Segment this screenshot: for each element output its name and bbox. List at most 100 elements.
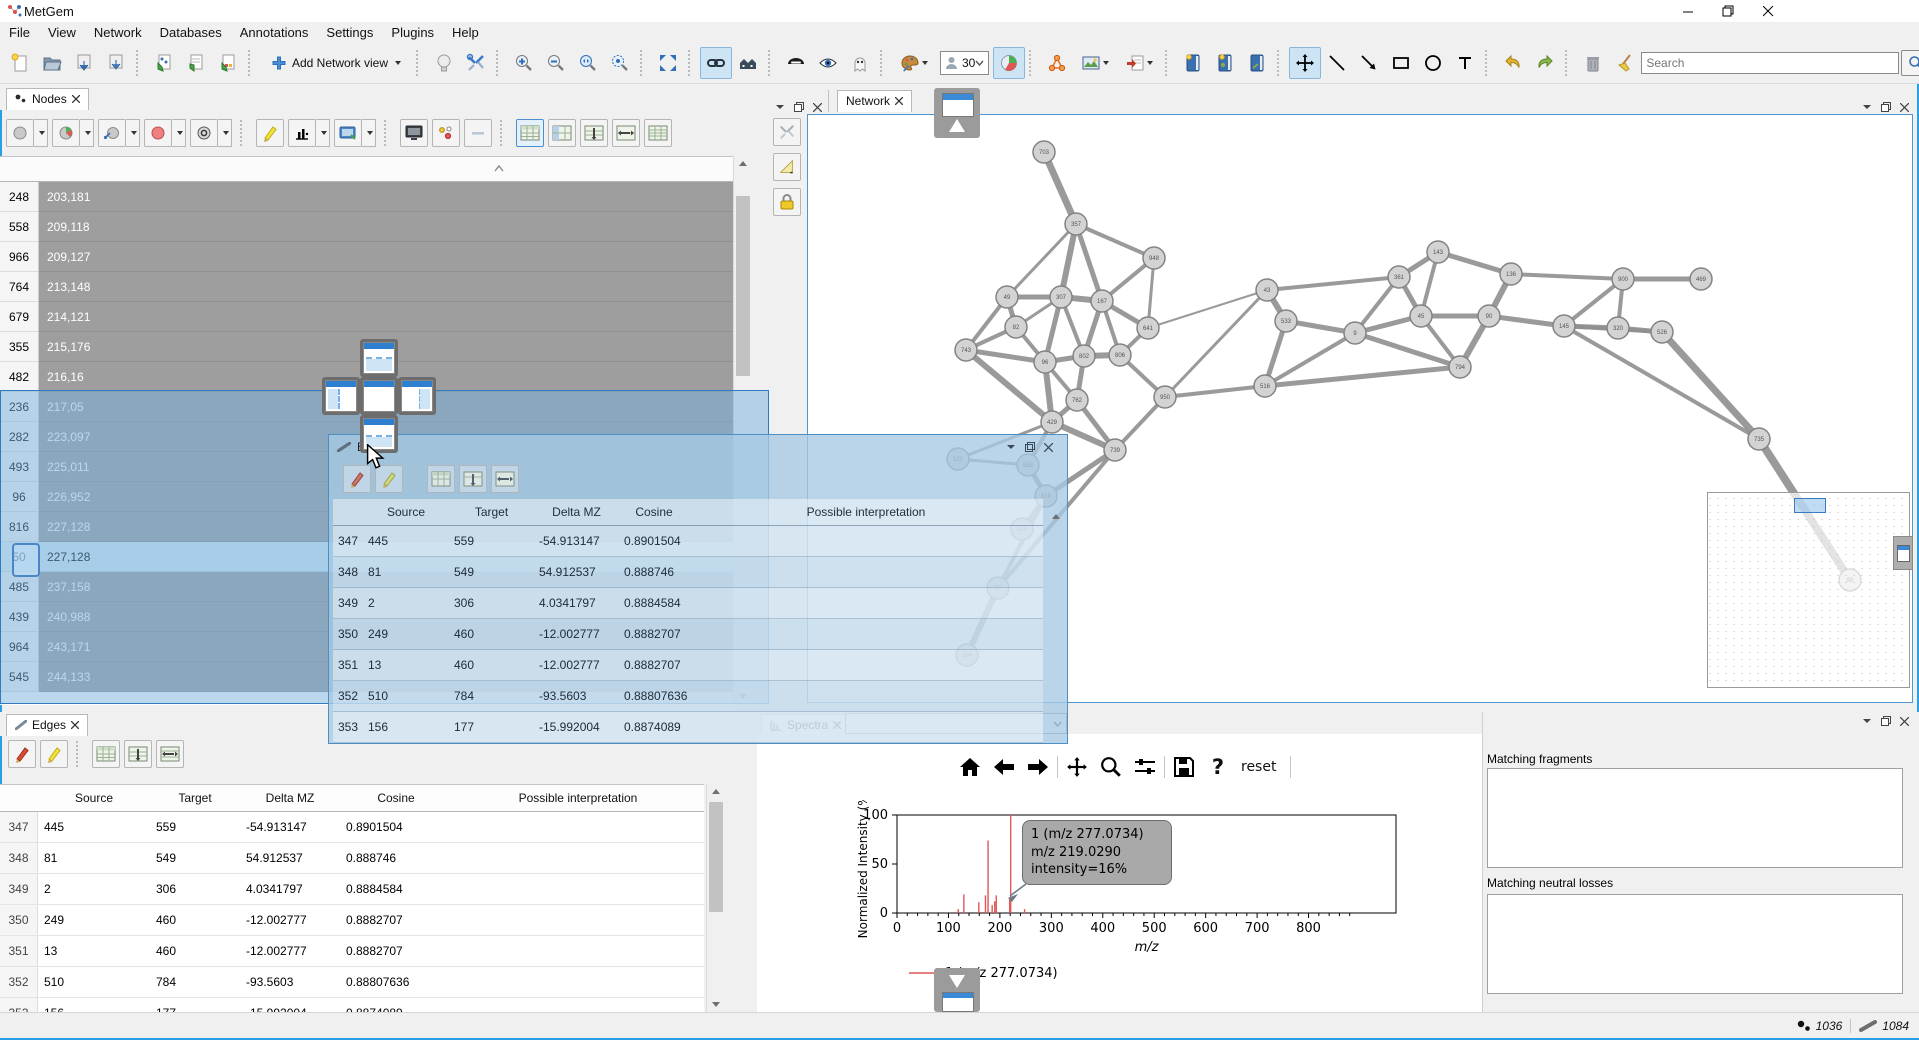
table-fit-rows-button[interactable]	[459, 465, 487, 493]
clear-annotations-button[interactable]	[1609, 47, 1641, 79]
network-options-button[interactable]	[773, 118, 801, 146]
minimap[interactable]	[1707, 492, 1910, 688]
matching-neutral-losses-box[interactable]	[1487, 894, 1903, 994]
table-fit-columns-button[interactable]	[156, 740, 184, 768]
highlight-edges-red-button[interactable]	[8, 740, 36, 768]
close-icon[interactable]	[72, 95, 80, 103]
menu-settings[interactable]: Settings	[317, 23, 382, 42]
query-databases-button[interactable]	[1241, 47, 1273, 79]
hide-items-button[interactable]	[780, 47, 812, 79]
menu-view[interactable]: View	[39, 23, 85, 42]
table-fit-rows-button[interactable]	[580, 119, 608, 147]
table-row[interactable]: 35113460-12.0027770.8882707	[0, 936, 704, 967]
import-data-button[interactable]	[148, 47, 180, 79]
ghost-mode-button[interactable]	[844, 47, 876, 79]
view-databases-button[interactable]	[1177, 47, 1209, 79]
plot-pan-button[interactable]	[1062, 752, 1092, 782]
search-button[interactable]	[1901, 50, 1919, 76]
floating-edges-window[interactable]: Edges Source Target Delta MZ Cosine Poss…	[328, 434, 1068, 744]
plot-home-button[interactable]	[955, 752, 985, 782]
col-source[interactable]: Source	[363, 505, 449, 519]
table-compact-button[interactable]	[644, 119, 672, 147]
node-ring-button[interactable]	[190, 119, 232, 147]
tab-nodes[interactable]: Nodes	[6, 88, 89, 110]
annotate-move-button[interactable]	[1289, 47, 1321, 79]
float-window-icon[interactable]	[1881, 102, 1891, 112]
table-fit-columns-button[interactable]	[491, 465, 519, 493]
color-nodes-button[interactable]	[892, 47, 936, 79]
col-interpretation[interactable]: Possible interpretation	[689, 505, 1043, 519]
col-delta-mz[interactable]: Delta MZ	[240, 791, 340, 805]
table-row[interactable]: 34923064.03417970.8884584	[0, 874, 704, 905]
node-chart-button[interactable]	[288, 119, 330, 147]
menu-plugins[interactable]: Plugins	[382, 23, 443, 42]
export-as-cytoscape-button[interactable]	[1041, 47, 1073, 79]
plot-help-button[interactable]: ?	[1203, 752, 1233, 782]
table-row[interactable]: 35113460-12.0027770.8882707	[333, 650, 1043, 681]
highlight-nodes-button[interactable]	[256, 119, 284, 147]
node-highlight-color-button[interactable]	[144, 119, 186, 147]
annotate-text-button[interactable]	[1449, 47, 1481, 79]
col-source[interactable]: Source	[38, 791, 150, 805]
show-items-button[interactable]	[812, 47, 844, 79]
dock-menu-icon[interactable]	[1862, 104, 1872, 110]
dock-target-top[interactable]	[360, 339, 398, 377]
collapsed-panel-handle[interactable]	[1893, 536, 1913, 570]
plot-subplots-button[interactable]	[1130, 752, 1160, 782]
plot-forward-button[interactable]	[1023, 752, 1053, 782]
restore-button[interactable]	[1708, 0, 1748, 22]
edges-table-scrollbar[interactable]	[706, 784, 725, 1012]
floating-edges-header[interactable]: Source Target Delta MZ Cosine Possible i…	[333, 499, 1043, 526]
table-row[interactable]: 248203,181	[0, 182, 733, 212]
open-project-button[interactable]	[36, 47, 68, 79]
table-freeze-columns-button[interactable]	[548, 119, 576, 147]
table-row[interactable]: 764213,148	[0, 272, 733, 302]
tab-edges[interactable]: Edges	[6, 714, 88, 736]
edges-table-header[interactable]: Source Target Delta MZ Cosine Possible i…	[0, 785, 704, 812]
annotate-arrow-button[interactable]	[1353, 47, 1385, 79]
table-row[interactable]: 353156177-15.9920040.8874089	[0, 998, 704, 1013]
table-view-button[interactable]	[92, 740, 120, 768]
table-row[interactable]: 352510784-93.56030.88807636	[333, 681, 1043, 712]
menu-databases[interactable]: Databases	[151, 23, 231, 42]
save-project-button[interactable]	[68, 47, 100, 79]
table-row[interactable]: 352510784-93.56030.88807636	[0, 967, 704, 998]
undo-button[interactable]	[1497, 47, 1529, 79]
redo-button[interactable]	[1529, 47, 1561, 79]
float-window-icon[interactable]	[1025, 442, 1035, 452]
zoom-in-button[interactable]	[508, 47, 540, 79]
zoom-selection-button[interactable]	[604, 47, 636, 79]
new-project-button[interactable]	[4, 47, 36, 79]
download-databases-button[interactable]	[1209, 47, 1241, 79]
search-input[interactable]	[1641, 52, 1899, 74]
delete-annotations-button[interactable]	[1577, 47, 1609, 79]
close-icon[interactable]	[71, 721, 79, 729]
annotate-ellipse-button[interactable]	[1417, 47, 1449, 79]
plot-save-button[interactable]	[1169, 752, 1199, 782]
plot-reset-button[interactable]: reset	[1241, 759, 1276, 775]
plot-zoom-button[interactable]	[1096, 752, 1126, 782]
float-window-icon[interactable]	[1881, 716, 1891, 726]
close-icon[interactable]	[1044, 443, 1053, 452]
table-row[interactable]: 3488154954.9125370.888746	[0, 843, 704, 874]
node-pie-color-button[interactable]	[52, 119, 94, 147]
close-icon[interactable]	[1900, 717, 1909, 726]
export-metadata-button[interactable]	[1117, 47, 1161, 79]
menu-annotations[interactable]: Annotations	[231, 23, 318, 42]
table-row[interactable]: 347445559-54.9131470.8901504	[333, 526, 1043, 557]
export-image-button[interactable]	[1073, 47, 1117, 79]
preferences-button[interactable]	[460, 47, 492, 79]
table-row[interactable]: 558209,118	[0, 212, 733, 242]
menu-network[interactable]: Network	[85, 23, 151, 42]
table-row[interactable]: 347445559-54.9131470.8901504	[0, 812, 704, 843]
save-as-button[interactable]	[100, 47, 132, 79]
add-network-view-button[interactable]: Add Network view	[260, 47, 412, 79]
floating-edges-table[interactable]: Source Target Delta MZ Cosine Possible i…	[333, 499, 1043, 743]
col-delta-mz[interactable]: Delta MZ	[534, 505, 619, 519]
dock-menu-icon[interactable]	[775, 104, 785, 110]
annotate-rect-button[interactable]	[1385, 47, 1417, 79]
link-selection-button[interactable]	[700, 47, 732, 79]
annotate-line-button[interactable]	[1321, 47, 1353, 79]
node-label-count-combobox[interactable]: 30	[940, 51, 989, 75]
matching-fragments-box[interactable]	[1487, 768, 1903, 868]
